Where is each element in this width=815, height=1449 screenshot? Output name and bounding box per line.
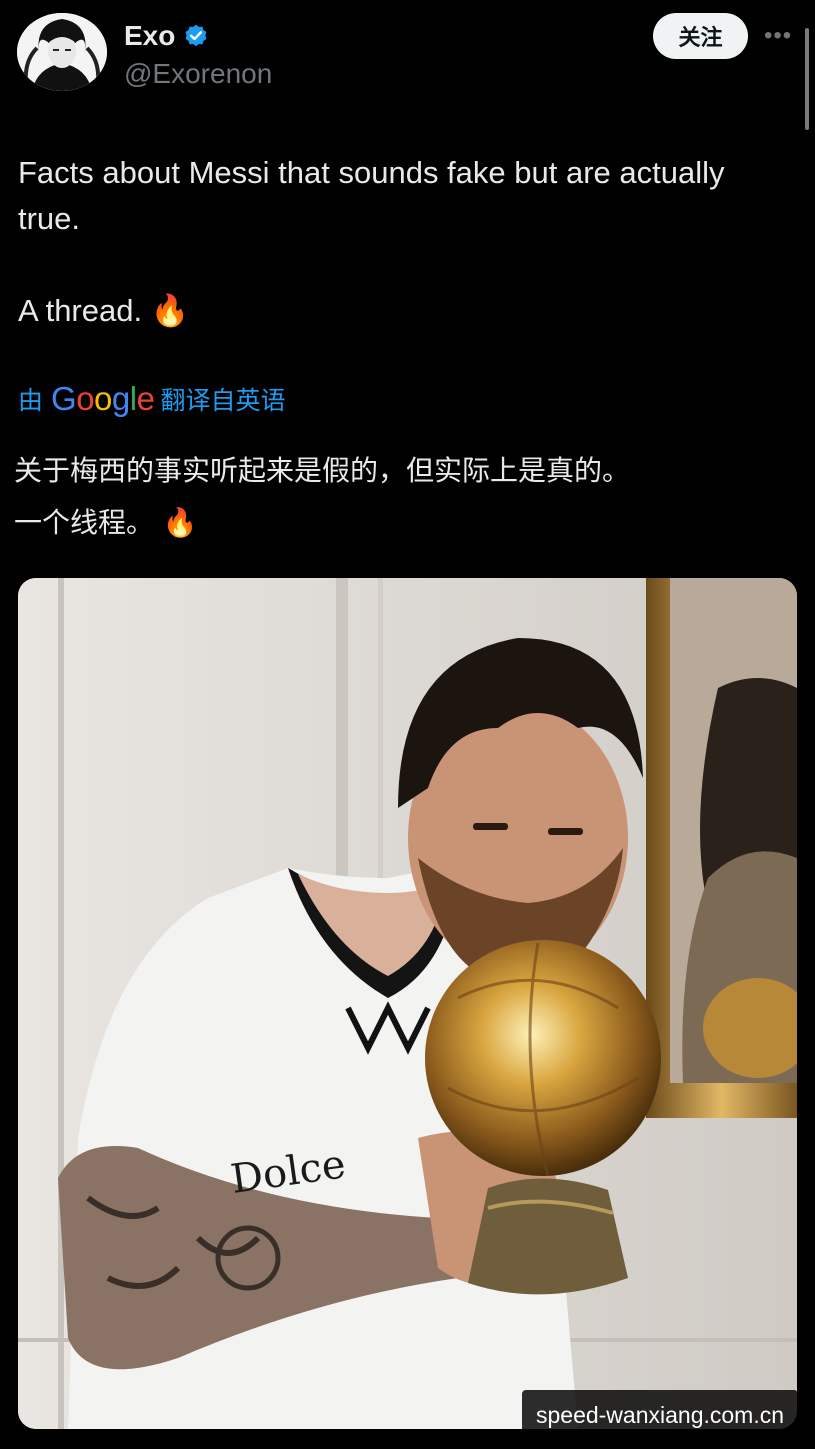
bottom-edge [0, 1432, 815, 1449]
google-logo: Google [51, 380, 155, 417]
scrollbar[interactable] [805, 28, 809, 130]
follow-button[interactable]: 关注 [653, 13, 748, 59]
translated-line-1: 关于梅西的事实听起来是假的，但实际上是真的。 [14, 454, 631, 487]
tweet-header: Exo @Exorenon 关注 ••• [0, 0, 815, 110]
tweet-media-photo[interactable]: Dolce [18, 578, 797, 1429]
translation-attribution[interactable]: 由 Google 翻译自英语 [18, 380, 285, 418]
photo-icon: Dolce [18, 578, 797, 1429]
display-name[interactable]: Exo [124, 20, 175, 52]
translated-text: 关于梅西的事实听起来是假的，但实际上是真的。 一个线程。 🔥 [14, 445, 794, 549]
more-options-icon[interactable]: ••• [764, 22, 792, 50]
translation-prefix: 由 [18, 386, 44, 415]
author-handle[interactable]: @Exorenon [124, 58, 272, 90]
avatar[interactable] [17, 13, 107, 91]
author-name-row: Exo [124, 20, 209, 52]
tweet-text: Facts about Messi that sounds fake but a… [18, 150, 788, 334]
translation-suffix: 翻译自英语 [160, 386, 286, 415]
tweet-line-2: A thread. 🔥 [18, 293, 190, 328]
tweet-line-1: Facts about Messi that sounds fake but a… [18, 155, 725, 236]
avatar-icon [17, 13, 107, 91]
verified-badge-icon [185, 24, 207, 47]
translated-line-2: 一个线程。 🔥 [14, 506, 198, 539]
